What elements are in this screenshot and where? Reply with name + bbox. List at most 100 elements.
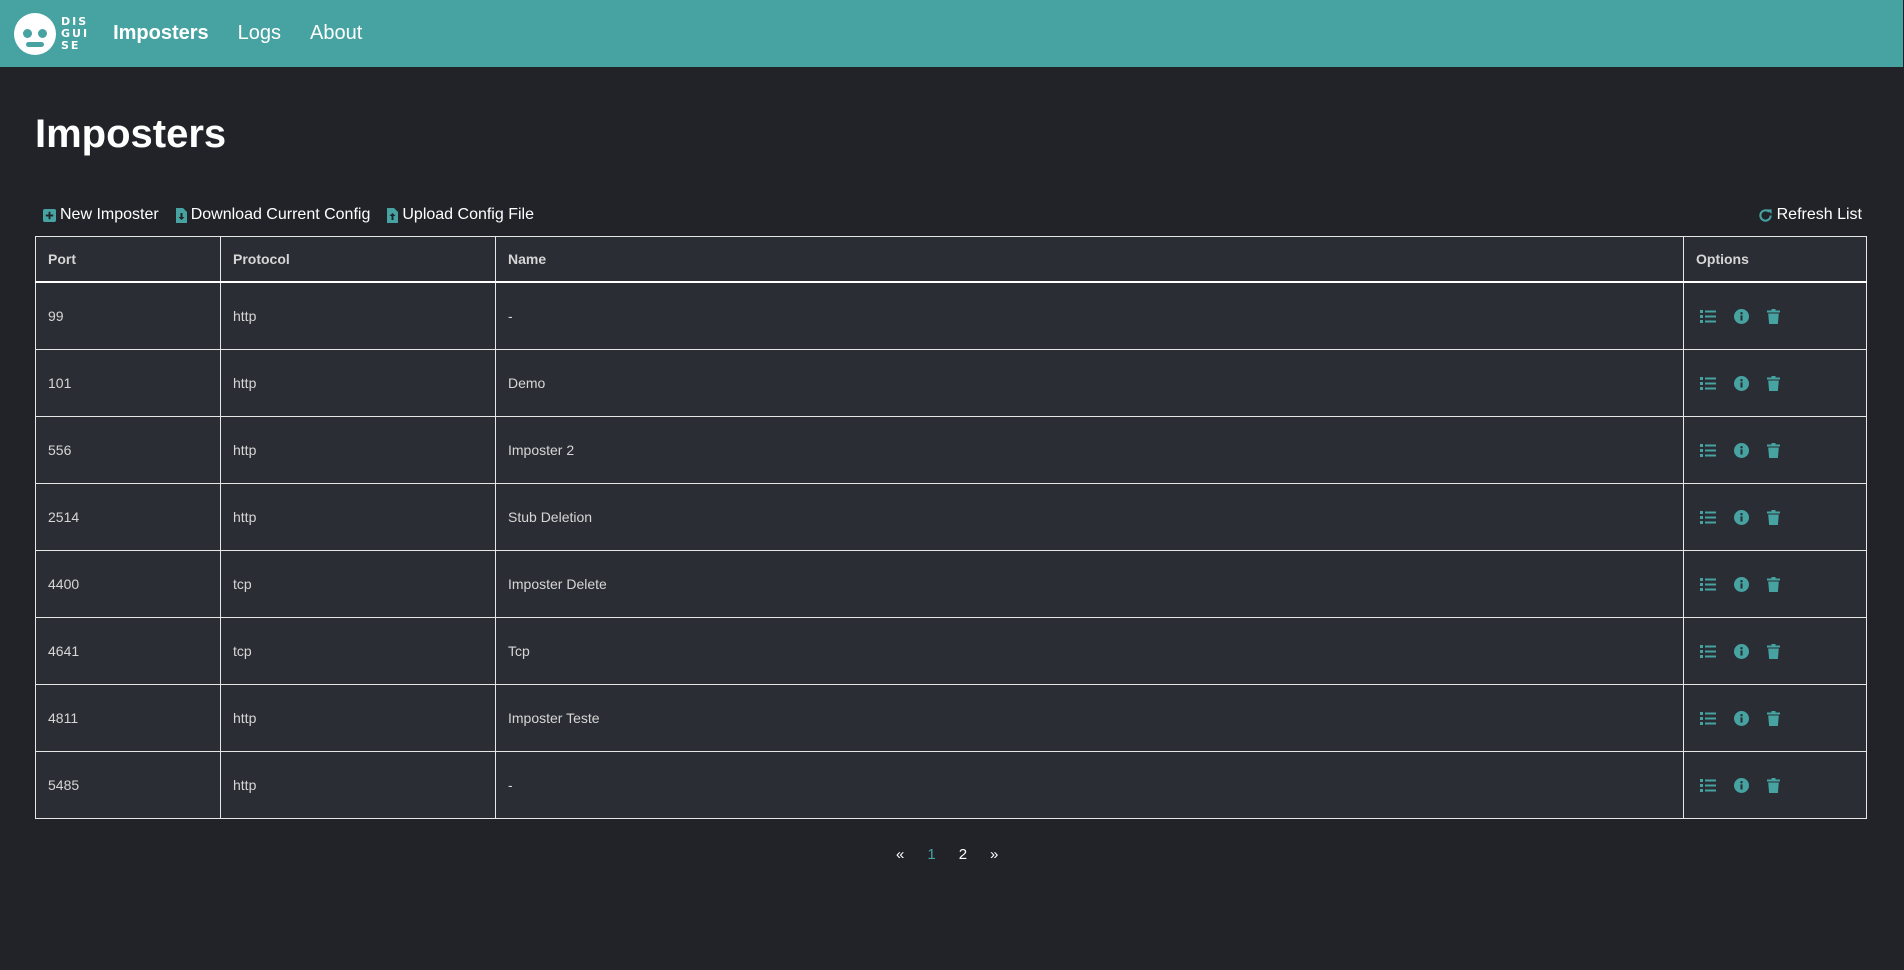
row-options <box>1696 710 1854 726</box>
list-icon[interactable] <box>1700 510 1716 524</box>
info-circle-icon[interactable] <box>1734 509 1749 525</box>
header-port: Port <box>35 236 221 283</box>
table-row: 4811 http Imposter Teste <box>35 684 1867 752</box>
top-navbar: DIS GUI SE Imposters Logs About <box>0 0 1903 67</box>
cell-protocol: http <box>220 751 496 819</box>
cell-options <box>1683 483 1867 551</box>
trash-icon[interactable] <box>1767 308 1780 324</box>
app-content: DIS GUI SE Imposters Logs About Imposter… <box>0 0 1903 969</box>
pagination-page-2[interactable]: 2 <box>959 846 967 863</box>
upload-config-label: Upload Config File <box>402 206 534 223</box>
trash-icon[interactable] <box>1767 777 1780 793</box>
refresh-icon <box>1758 208 1773 223</box>
new-imposter-label: New Imposter <box>60 206 159 223</box>
trash-icon[interactable] <box>1767 710 1780 726</box>
header-protocol: Protocol <box>220 236 496 283</box>
info-circle-icon[interactable] <box>1734 710 1749 726</box>
cell-port: 4400 <box>35 550 221 618</box>
header-options: Options <box>1683 236 1867 283</box>
cell-protocol: tcp <box>220 617 496 685</box>
cell-options <box>1683 550 1867 618</box>
cell-options <box>1683 617 1867 685</box>
info-circle-icon[interactable] <box>1734 442 1749 458</box>
pagination-next[interactable]: » <box>990 846 998 863</box>
row-options <box>1696 643 1854 659</box>
cell-protocol: tcp <box>220 550 496 618</box>
table-header-row: Port Protocol Name Options <box>35 236 1867 283</box>
cell-options <box>1683 416 1867 484</box>
nav-imposters[interactable]: Imposters <box>113 22 209 45</box>
nav-about[interactable]: About <box>310 22 362 45</box>
trash-icon[interactable] <box>1767 643 1780 659</box>
cell-name: - <box>495 751 1684 819</box>
cell-name: - <box>495 281 1684 350</box>
cell-name: Demo <box>495 349 1684 417</box>
cell-protocol: http <box>220 416 496 484</box>
pagination: « 1 2 » <box>896 846 1021 863</box>
cell-protocol: http <box>220 349 496 417</box>
cell-protocol: http <box>220 684 496 752</box>
cell-options <box>1683 751 1867 819</box>
cell-port: 4641 <box>35 617 221 685</box>
imposters-table: Port Protocol Name Options 99 http -101 htt… <box>35 236 1867 819</box>
refresh-list-button[interactable]: Refresh List <box>1758 206 1862 224</box>
trash-icon[interactable] <box>1767 442 1780 458</box>
trash-icon[interactable] <box>1767 576 1780 592</box>
cell-port: 2514 <box>35 483 221 551</box>
download-config-button[interactable]: Download Current Config <box>175 206 370 224</box>
cell-port: 556 <box>35 416 221 484</box>
pagination-page-1[interactable]: 1 <box>927 846 935 863</box>
cell-name: Imposter 2 <box>495 416 1684 484</box>
list-icon[interactable] <box>1700 443 1716 457</box>
file-download-icon <box>175 207 187 223</box>
trash-icon[interactable] <box>1767 375 1780 391</box>
row-options <box>1696 576 1854 592</box>
table-row: 556 http Imposter 2 <box>35 416 1867 484</box>
table-row: 5485 http - <box>35 751 1867 819</box>
refresh-list-label: Refresh List <box>1776 206 1862 223</box>
cell-options <box>1683 281 1867 350</box>
cell-protocol: http <box>220 483 496 551</box>
toolbar: New Imposter Download Current Config Upl… <box>43 204 1862 226</box>
table-row: 2514 http Stub Deletion <box>35 483 1867 551</box>
table-row: 99 http - <box>35 281 1867 350</box>
disguise-mask-icon <box>14 12 56 55</box>
cell-port: 101 <box>35 349 221 417</box>
cell-protocol: http <box>220 281 496 350</box>
table-row: 4641 tcp Tcp <box>35 617 1867 685</box>
logo[interactable]: DIS GUI SE <box>14 12 90 55</box>
nav-logs[interactable]: Logs <box>238 22 281 45</box>
cell-name: Imposter Delete <box>495 550 1684 618</box>
upload-config-button[interactable]: Upload Config File <box>387 206 534 224</box>
table-row: 4400 tcp Imposter Delete <box>35 550 1867 618</box>
file-upload-icon <box>387 207 399 223</box>
list-icon[interactable] <box>1700 711 1716 725</box>
row-options <box>1696 442 1854 458</box>
row-options <box>1696 777 1854 793</box>
list-icon[interactable] <box>1700 376 1716 390</box>
cell-port: 99 <box>35 281 221 350</box>
table-row: 101 http Demo <box>35 349 1867 417</box>
logo-text: DIS GUI SE <box>61 14 90 52</box>
new-imposter-button[interactable]: New Imposter <box>43 206 159 224</box>
list-icon[interactable] <box>1700 778 1716 792</box>
list-icon[interactable] <box>1700 309 1716 323</box>
info-circle-icon[interactable] <box>1734 576 1749 592</box>
cell-options <box>1683 684 1867 752</box>
row-options <box>1696 375 1854 391</box>
info-circle-icon[interactable] <box>1734 308 1749 324</box>
trash-icon[interactable] <box>1767 509 1780 525</box>
cell-options <box>1683 349 1867 417</box>
cell-port: 4811 <box>35 684 221 752</box>
header-name: Name <box>495 236 1684 283</box>
pagination-prev[interactable]: « <box>896 846 904 863</box>
info-circle-icon[interactable] <box>1734 777 1749 793</box>
list-icon[interactable] <box>1700 644 1716 658</box>
info-circle-icon[interactable] <box>1734 643 1749 659</box>
cell-name: Tcp <box>495 617 1684 685</box>
cell-name: Stub Deletion <box>495 483 1684 551</box>
list-icon[interactable] <box>1700 577 1716 591</box>
page-title: Imposters <box>35 112 227 156</box>
cell-port: 5485 <box>35 751 221 819</box>
info-circle-icon[interactable] <box>1734 375 1749 391</box>
